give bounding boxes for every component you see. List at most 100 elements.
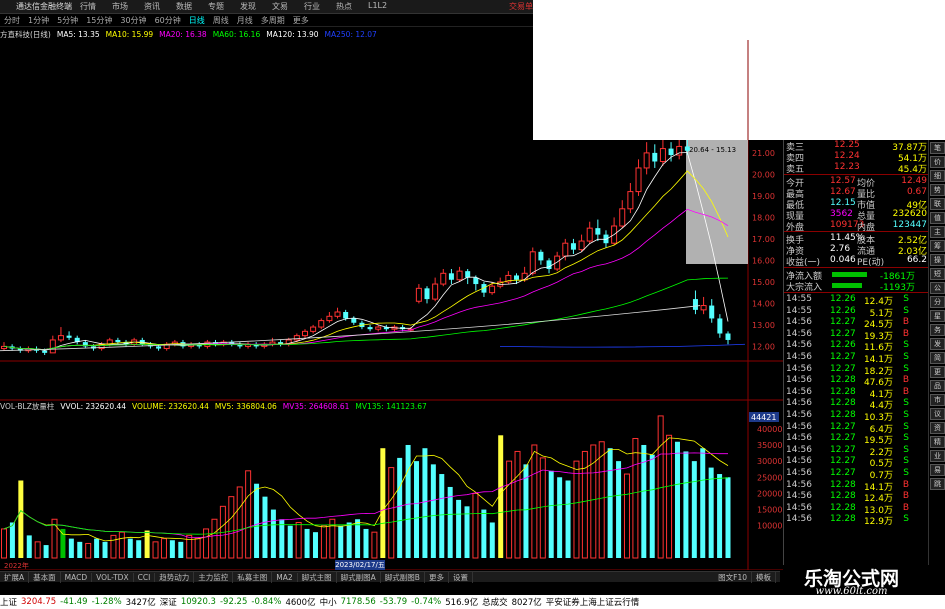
tool-tab[interactable]: 模板	[752, 571, 776, 583]
candle-body	[448, 273, 454, 280]
indicator-tab[interactable]: 扩展A	[0, 571, 30, 583]
menu-item[interactable]: 文易	[272, 1, 288, 12]
tick-time: 14:55	[786, 294, 812, 304]
indicator-tab[interactable]: 更多	[425, 571, 449, 583]
indicator-tab[interactable]: 脚式主图	[298, 571, 337, 583]
tick-direction: S	[903, 410, 909, 420]
menu-item[interactable]: 数据	[176, 1, 192, 12]
flow-row: 大宗流入 -1193万	[784, 280, 929, 293]
side-tab[interactable]: 业	[930, 450, 945, 462]
period-tab[interactable]: 多周期	[261, 15, 285, 26]
trade-link[interactable]: 交易单	[509, 1, 533, 12]
indicator-tab[interactable]: 基本面	[29, 571, 61, 583]
period-tab[interactable]: 5分钟	[57, 15, 78, 26]
volume-bar	[632, 438, 639, 559]
candle-body	[465, 271, 471, 278]
period-tab[interactable]: 更多	[293, 15, 309, 26]
period-tab[interactable]: 30分钟	[120, 15, 146, 26]
menu-item[interactable]: 行业	[304, 1, 320, 12]
volume-bar	[287, 525, 293, 558]
side-tab[interactable]: 短	[930, 268, 945, 280]
side-tab[interactable]: 精	[930, 436, 945, 448]
menu-item[interactable]: 专题	[208, 1, 224, 12]
stat-value: 12.67	[830, 187, 856, 197]
candle-body	[700, 305, 707, 311]
side-tab[interactable]: 值	[930, 212, 945, 224]
indicator-tab[interactable]: CCI	[134, 572, 156, 582]
menu-item[interactable]: 资讯	[144, 1, 160, 12]
side-tab[interactable]: 笔	[930, 142, 945, 154]
period-tab[interactable]: 日线	[189, 15, 205, 26]
tick-time: 14:56	[786, 328, 812, 339]
tick-row: 14:56 12.27 2.2万 S	[784, 445, 929, 458]
tick-row: 14:55 12.26 5.1万 S	[784, 306, 929, 319]
period-tab[interactable]: 15分钟	[86, 15, 112, 26]
menu-item[interactable]: 发现	[240, 1, 256, 12]
side-tab[interactable]: 分	[930, 296, 945, 308]
candle-body	[595, 228, 601, 235]
period-tab[interactable]: 月线	[237, 15, 253, 26]
side-tab[interactable]: 简	[930, 352, 945, 364]
side-tab[interactable]: 市	[930, 394, 945, 406]
tick-direction: S	[903, 294, 909, 304]
indicator-tab[interactable]: VOL-TDX	[92, 572, 134, 582]
volume-bar	[397, 457, 403, 558]
menu-item[interactable]: L1L2	[368, 1, 387, 12]
tick-row: 14:56 12.28 4.4万 S	[784, 398, 929, 411]
volume-bar	[312, 532, 318, 558]
volume-bar	[77, 541, 83, 558]
side-tab[interactable]: 公	[930, 282, 945, 294]
tick-direction: B	[902, 328, 909, 339]
side-tab[interactable]: 筹	[930, 240, 945, 252]
candle-body	[489, 285, 496, 294]
volume-tick-label: 35000	[757, 441, 782, 450]
period-tab[interactable]: 周线	[213, 15, 229, 26]
side-tab[interactable]: 资	[930, 422, 945, 434]
tick-price: 12.27	[830, 352, 856, 362]
tick-time: 14:56	[786, 468, 812, 478]
stock-name[interactable]: 方直科技(日线)	[0, 29, 51, 40]
side-tab[interactable]: 联	[930, 198, 945, 210]
side-tab[interactable]: 议	[930, 408, 945, 420]
kline-chart[interactable]: 20.64 - 15.13 21.00 20.00 19.00 18.00 17.00 16…	[0, 40, 783, 570]
indicator-tab[interactable]: 脚式副图A	[337, 571, 381, 583]
tick-row: 14:56 12.28 12.4万 B	[784, 491, 929, 504]
tick-row: 14:56 12.28 47.6万 B	[784, 375, 929, 388]
period-tab[interactable]: 60分钟	[155, 15, 181, 26]
menu-item[interactable]: 行情	[80, 1, 96, 12]
indicator-tab[interactable]: 脚式副图B	[381, 571, 425, 583]
indicator-tab[interactable]: 趋势动力	[155, 571, 195, 583]
side-tab[interactable]: 星	[930, 310, 945, 322]
side-tab[interactable]: 发	[930, 338, 945, 350]
side-tab[interactable]: 务	[930, 324, 945, 336]
menu-item[interactable]: 市场	[112, 1, 128, 12]
volume-bar	[363, 528, 369, 558]
period-tab[interactable]: 1分钟	[28, 15, 49, 26]
period-tab[interactable]: 分时	[4, 15, 20, 26]
side-tab[interactable]: 易	[930, 464, 945, 476]
indicator-tab[interactable]: MA2	[272, 572, 298, 582]
candle-body	[652, 152, 658, 162]
candle-body	[668, 148, 674, 156]
tick-time: 14:56	[786, 398, 812, 409]
side-tab[interactable]: 跳	[930, 478, 945, 490]
side-tab[interactable]: 势	[930, 184, 945, 196]
tick-direction: S	[903, 421, 909, 432]
side-tab[interactable]: 主	[930, 226, 945, 238]
menu-item[interactable]: 热点	[336, 1, 352, 12]
volume-indicator-value: VOL-BLZ放量柱	[0, 402, 55, 411]
candle-body	[375, 326, 382, 330]
indicator-tab[interactable]: MACD	[61, 572, 93, 582]
stat-row: 最高 12.67 量比 0.67	[784, 187, 929, 200]
tool-tab[interactable]: 图文F10	[714, 571, 752, 583]
volume-bar	[649, 454, 655, 558]
indicator-tab[interactable]: 主力监控	[194, 571, 234, 583]
side-tab[interactable]: 价	[930, 156, 945, 168]
candle-body	[692, 299, 698, 310]
indicator-tab[interactable]: 设置	[449, 571, 473, 583]
side-tab[interactable]: 细	[930, 170, 945, 182]
side-tab[interactable]: 操	[930, 254, 945, 266]
side-tab[interactable]: 更	[930, 366, 945, 378]
side-tab[interactable]: 品	[930, 380, 945, 392]
indicator-tab[interactable]: 私募主图	[233, 571, 273, 583]
